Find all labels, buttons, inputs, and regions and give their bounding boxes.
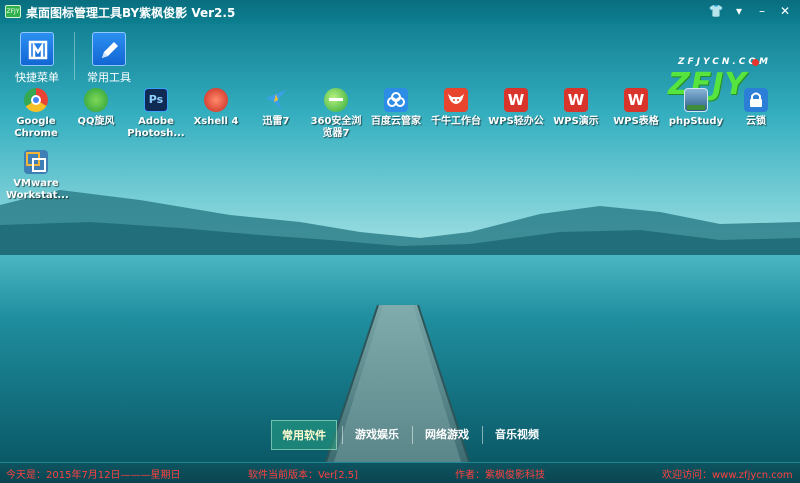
window-title: 桌面图标管理工具BY紫枫俊影 Ver2.5 [26, 6, 236, 20]
browser-360-icon [324, 88, 348, 112]
app-label: 360安全浏览器7 [310, 116, 362, 139]
common-tools-label: 常用工具 [87, 71, 131, 84]
vmware-icon [24, 150, 48, 174]
quick-menu-label: 快捷菜单 [15, 71, 59, 84]
app-wps-presentation[interactable]: W WPS演示 [546, 86, 606, 146]
status-author: 作者：紫枫俊影科技 [455, 470, 545, 481]
qq-whirlwind-icon [84, 88, 108, 112]
app-label: VMware Workstat... [6, 178, 69, 201]
tab-games-entertainment[interactable]: 游戏娱乐 [344, 420, 410, 450]
tab-separator [482, 426, 483, 444]
status-bar: 今天是：2015年7月12日———星期日 软件当前版本：Ver[2.5] 作者：… [0, 462, 800, 483]
app-wps-office[interactable]: W WPS轻办公 [486, 86, 546, 146]
wps-icon: W [504, 88, 528, 112]
tab-separator [412, 426, 413, 444]
status-date: 今天是：2015年7月12日———星期日 [6, 470, 181, 481]
photoshop-icon: Ps [144, 88, 168, 112]
minimize-icon[interactable]: – [753, 3, 771, 19]
app-google-chrome[interactable]: Google Chrome [6, 86, 66, 146]
app-label: WPS表格 [613, 116, 659, 127]
qianniu-icon [444, 88, 468, 112]
menu-icon[interactable]: ▾ [730, 3, 748, 19]
app-wps-spreadsheet[interactable]: W WPS表格 [606, 86, 666, 146]
app-icon: ZFJY [5, 5, 21, 18]
app-thunder[interactable]: 迅雷7 [246, 86, 306, 146]
app-label: 千牛工作台 [431, 116, 481, 127]
shortcut-grid: Google Chrome QQ旋风 Ps Adobe Photosh... X… [0, 86, 800, 206]
app-label: Xshell 4 [193, 116, 239, 127]
close-icon[interactable]: ✕ [776, 3, 794, 19]
toolbar-divider [74, 32, 75, 80]
app-label: phpStudy [668, 116, 724, 127]
logo-dot [752, 59, 759, 66]
app-xshell[interactable]: Xshell 4 [186, 86, 246, 146]
app-window: ZFJY 桌面图标管理工具BY紫枫俊影 Ver2.5 👕 ▾ – ✕ 快捷菜单 … [0, 0, 800, 483]
app-label: QQ旋风 [77, 116, 115, 127]
status-version: 软件当前版本：Ver[2.5] [248, 470, 359, 481]
category-tabs: 常用软件 游戏娱乐 网络游戏 音乐视频 [271, 420, 556, 450]
wps-spreadsheet-icon: W [624, 88, 648, 112]
quick-menu-icon [20, 32, 54, 66]
app-photoshop[interactable]: Ps Adobe Photosh... [126, 86, 186, 146]
tab-music-video[interactable]: 音乐视频 [484, 420, 550, 450]
title-bar[interactable]: ZFJY 桌面图标管理工具BY紫枫俊影 Ver2.5 👕 ▾ – ✕ [0, 0, 800, 24]
app-label: 云锁 [746, 116, 766, 127]
status-website-link[interactable]: 欢迎访问：www.zfjycn.com [662, 466, 793, 481]
pencil-icon [92, 32, 126, 66]
app-label: WPS轻办公 [488, 116, 544, 127]
toolbar: 快捷菜单 常用工具 ZFJYCN.COM ZFJY [0, 24, 800, 102]
baidu-cloud-icon [384, 88, 408, 112]
app-baidu-cloud[interactable]: 百度云管家 [366, 86, 426, 146]
phpstudy-icon [684, 88, 708, 112]
app-label: WPS演示 [553, 116, 599, 127]
app-label: Google Chrome [14, 116, 58, 139]
app-label: Adobe Photosh... [127, 116, 185, 139]
app-qq-whirlwind[interactable]: QQ旋风 [66, 86, 126, 146]
app-label: 迅雷7 [262, 116, 290, 127]
chrome-icon [24, 88, 48, 112]
app-vmware[interactable]: VMware Workstat... [6, 148, 69, 208]
cloud-lock-icon [744, 88, 768, 112]
thunder-icon [264, 88, 288, 112]
tab-common-software[interactable]: 常用软件 [271, 420, 337, 450]
quick-menu-button[interactable]: 快捷菜单 [8, 32, 66, 88]
app-phpstudy[interactable]: phpStudy [666, 86, 726, 146]
common-tools-button[interactable]: 常用工具 [80, 32, 138, 88]
skin-icon[interactable]: 👕 [707, 3, 725, 19]
app-qianniu[interactable]: 千牛工作台 [426, 86, 486, 146]
tab-online-games[interactable]: 网络游戏 [414, 420, 480, 450]
wps-presentation-icon: W [564, 88, 588, 112]
xshell-icon [204, 88, 228, 112]
app-cloud-lock[interactable]: 云锁 [726, 86, 786, 146]
tab-separator [342, 426, 343, 444]
app-360-browser[interactable]: 360安全浏览器7 [306, 86, 366, 146]
app-label: 百度云管家 [371, 116, 421, 127]
